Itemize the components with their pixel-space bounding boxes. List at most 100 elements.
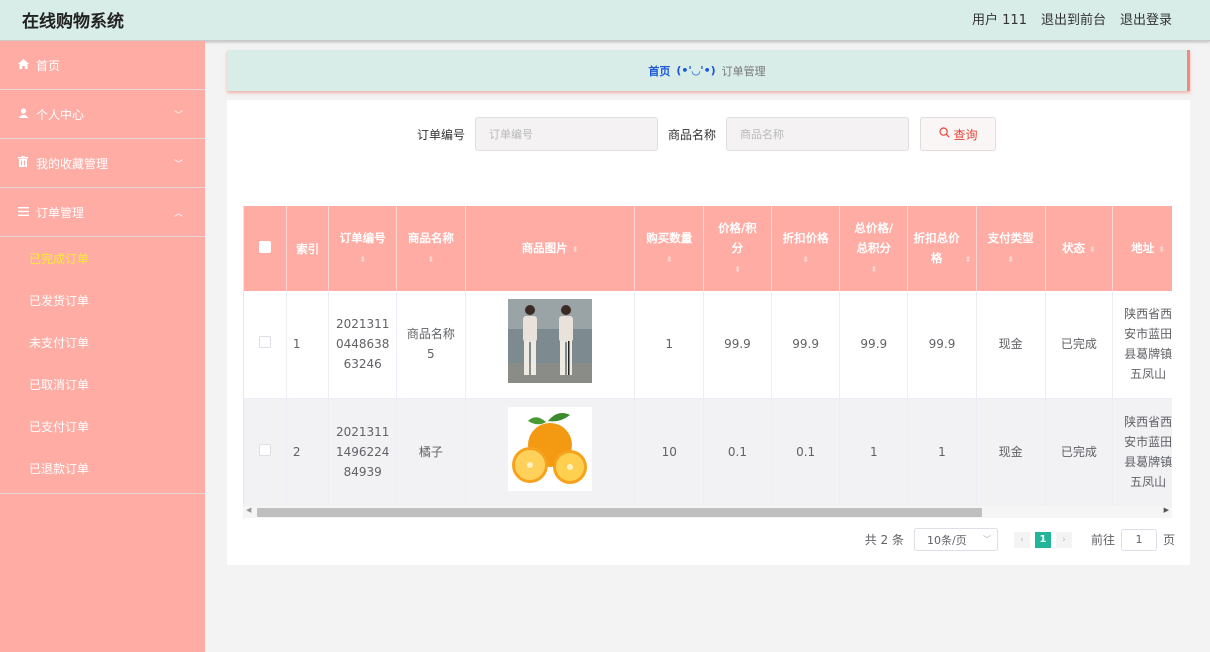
sort-icon[interactable]: ⬍ <box>359 255 366 264</box>
next-page-icon[interactable]: › <box>1055 531 1072 548</box>
col-label: 价格/积分 <box>718 220 757 255</box>
price-cell: 0.1 <box>703 398 772 507</box>
prev-page-icon[interactable]: ‹ <box>1013 531 1030 548</box>
sidebar-item-favorites[interactable]: 我的收藏管理 ﹀ <box>0 139 205 188</box>
scroll-right-icon[interactable]: ▶ <box>1164 506 1169 514</box>
product-name-line: 商品名称 <box>406 327 455 342</box>
sort-icon[interactable]: ⬍ <box>428 255 435 264</box>
submenu-refunded-orders[interactable]: 已退款订单 <box>0 447 205 489</box>
breadcrumb-home[interactable]: 首页 <box>648 63 670 79</box>
sort-icon[interactable]: ⬍ <box>734 265 741 274</box>
col-product-image[interactable]: 商品图片 ⬍ <box>465 206 636 291</box>
sort-icon[interactable]: ⬍ <box>1007 255 1014 264</box>
main-panel: 订单编号 订单编号 商品名称 商品名称 查询 索引 订单编号 ⬍ 商品名称 ⬍ 商品… <box>227 100 1190 565</box>
page-size-value: 10条/页 <box>926 533 967 547</box>
col-label: 地址 <box>1131 240 1155 255</box>
col-pay-type[interactable]: 支付类型 ⬍ <box>976 206 1046 291</box>
page-size-select[interactable]: 10条/页 ﹀ <box>913 528 998 551</box>
row-select-cell <box>244 291 287 399</box>
total-count: 共 2 条 <box>864 533 904 547</box>
address-line: 陕西省西 <box>1124 307 1172 322</box>
submenu-paid-orders[interactable]: 已支付订单 <box>0 405 205 447</box>
sort-icon[interactable]: ⬍ <box>965 255 972 264</box>
top-bar: 在线购物系统 用户 111 退出到前台 退出登录 <box>0 0 1210 41</box>
breadcrumb-emoticon: (•'◡'•) <box>676 64 716 77</box>
sidebar-item-home[interactable]: 首页 <box>0 41 205 90</box>
sort-icon[interactable]: ⬍ <box>572 245 579 254</box>
col-order-no[interactable]: 订单编号 ⬍ <box>328 206 398 291</box>
product-image-cell <box>465 398 636 507</box>
order-no-line: 84939 <box>343 465 382 479</box>
user-label: 用户 111 <box>972 13 1027 28</box>
col-label: 支付类型 <box>987 230 1034 245</box>
col-index: 索引 <box>286 206 330 291</box>
price-cell: 99.9 <box>703 291 772 399</box>
address-line: 县葛牌镇 <box>1124 347 1172 362</box>
discount-total-cell: 1 <box>907 398 977 507</box>
quantity-cell: 1 <box>634 291 705 399</box>
submenu-cancelled-orders[interactable]: 已取消订单 <box>0 363 205 405</box>
discount-price-cell: 0.1 <box>771 398 841 507</box>
col-label: 折扣总价格 <box>913 230 960 265</box>
table-row[interactable]: 1 2021311 0448638 63246 商品名称 5 1 99.9 99… <box>244 291 1172 399</box>
row-checkbox[interactable] <box>258 444 271 456</box>
product-name-cell: 商品名称 5 <box>396 291 466 399</box>
query-button-label: 查询 <box>953 127 978 142</box>
sort-icon[interactable]: ⬍ <box>666 255 673 264</box>
submenu-shipped-orders[interactable]: 已发货订单 <box>0 279 205 321</box>
col-label: 状态 <box>1061 240 1085 255</box>
col-total[interactable]: 总价格/总积分 ⬍ <box>839 206 909 291</box>
total-cell: 99.9 <box>839 291 909 399</box>
sort-icon[interactable]: ⬍ <box>1089 245 1096 254</box>
sort-icon[interactable]: ⬍ <box>870 265 877 274</box>
horizontal-scrollbar[interactable]: ◀ ▶ <box>243 506 1172 518</box>
scroll-left-icon[interactable]: ◀ <box>246 506 251 514</box>
row-checkbox[interactable] <box>258 336 271 349</box>
order-no-input[interactable]: 订单编号 <box>475 117 659 151</box>
table-row[interactable]: 2 2021311 1496224 84939 橘子 10 0.1 0.1 1 … <box>244 398 1172 507</box>
col-status[interactable]: 状态 ⬍ <box>1045 206 1114 291</box>
product-name-label: 商品名称 <box>668 127 717 142</box>
logout-link[interactable]: 退出登录 <box>1120 9 1172 28</box>
sort-icon[interactable]: ⬍ <box>1158 245 1165 254</box>
col-address[interactable]: 地址 ⬍ <box>1112 206 1172 291</box>
order-no-line: 0448638 <box>335 337 390 352</box>
col-price[interactable]: 价格/积分 ⬍ <box>703 206 772 291</box>
sidebar-item-label: 我的收藏管理 <box>36 156 109 171</box>
table-header-row: 索引 订单编号 ⬍ 商品名称 ⬍ 商品图片 ⬍ 购买数量 ⬍ 价格/积分 ⬍ 折扣价格… <box>244 206 1172 291</box>
pay-type-cell: 现金 <box>976 291 1046 399</box>
sidebar-item-profile[interactable]: 个人中心 ﹀ <box>0 90 205 139</box>
sort-icon[interactable]: ⬍ <box>802 255 809 264</box>
index-cell: 1 <box>286 291 330 399</box>
product-image-cell <box>465 291 636 399</box>
col-product-name[interactable]: 商品名称 ⬍ <box>396 206 466 291</box>
order-no-cell: 2021311 1496224 84939 <box>328 398 398 507</box>
breadcrumb: 首页 (•'◡'•) 订单管理 <box>227 50 1190 91</box>
address-cell: 陕西省西 安市蓝田 县葛牌镇 五凤山 <box>1112 398 1172 507</box>
quantity-cell: 10 <box>634 398 705 507</box>
back-to-front-link[interactable]: 退出到前台 <box>1041 9 1106 28</box>
user-icon <box>16 107 30 121</box>
col-discount-price[interactable]: 折扣价格 ⬍ <box>771 206 841 291</box>
address-line: 陕西省西 <box>1124 415 1172 429</box>
product-name-input[interactable]: 商品名称 <box>726 117 910 151</box>
col-discount-total[interactable]: 折扣总价格 ⬍ <box>907 206 977 291</box>
query-button[interactable]: 查询 <box>920 117 997 151</box>
col-quantity[interactable]: 购买数量 ⬍ <box>634 206 705 291</box>
address-line: 安市蓝田 <box>1124 435 1172 449</box>
chevron-down-icon: ﹀ <box>173 159 183 170</box>
page-number-current[interactable]: 1 <box>1034 531 1051 548</box>
submenu-completed-orders[interactable]: 已完成订单 <box>0 237 205 279</box>
submenu-unpaid-orders[interactable]: 未支付订单 <box>0 321 205 363</box>
discount-price-cell: 99.9 <box>771 291 841 399</box>
order-no-label: 订单编号 <box>417 127 466 142</box>
col-label: 折扣价格 <box>782 230 829 245</box>
sidebar-item-orders[interactable]: 订单管理 ︿ <box>0 188 205 237</box>
goto-page-input[interactable]: 1 <box>1120 528 1157 551</box>
breadcrumb-current: 订单管理 <box>721 64 766 78</box>
top-right-actions: 用户 111 退出到前台 退出登录 <box>972 9 1172 28</box>
sidebar-item-label: 个人中心 <box>36 107 85 122</box>
address-line: 安市蓝田 <box>1124 327 1172 342</box>
scrollbar-thumb[interactable] <box>257 508 982 517</box>
select-all-checkbox[interactable] <box>258 240 271 253</box>
